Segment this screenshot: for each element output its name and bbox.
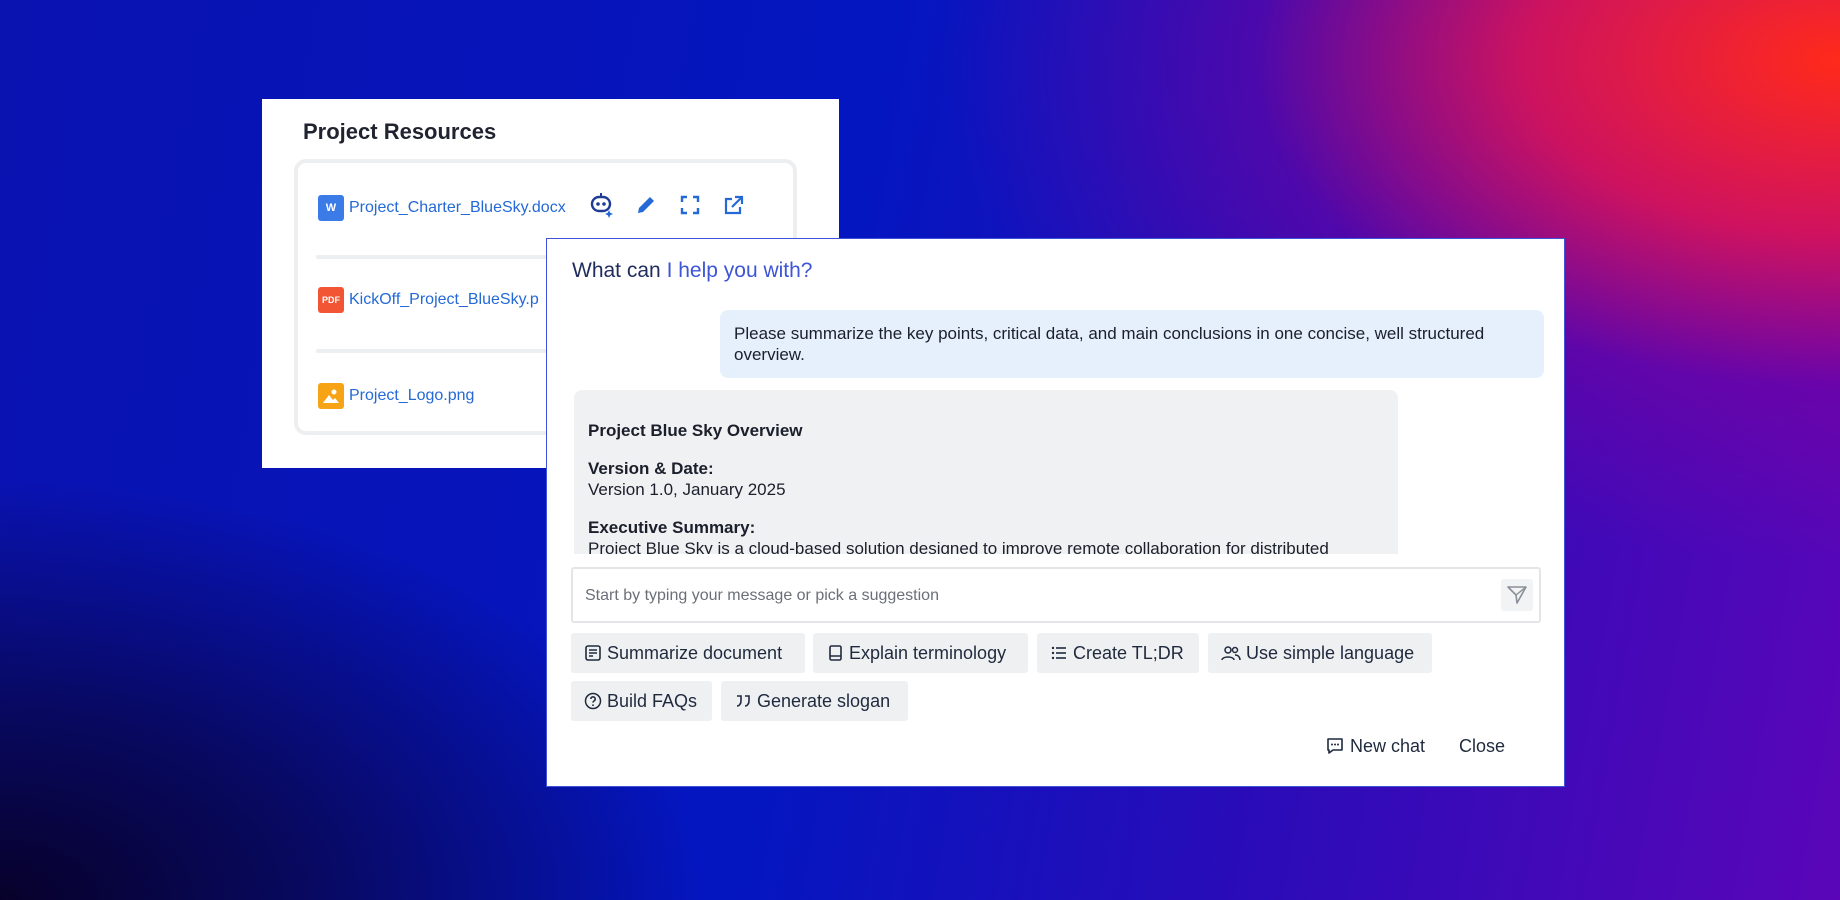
new-chat-label: New chat: [1350, 735, 1426, 756]
response-heading: Project Blue Sky Overview: [588, 421, 803, 440]
file-row-logo[interactable]: Project_Logo.png: [318, 381, 474, 411]
send-icon: [1507, 586, 1527, 604]
quote-icon: [736, 695, 750, 707]
list-icon: [1051, 646, 1066, 660]
message-input-box: [571, 567, 1541, 623]
ai-chat-dialog: What can I help you with? Please summari…: [546, 238, 1565, 787]
word-file-icon: W: [318, 195, 344, 221]
chat-bubble-icon: [1327, 738, 1343, 754]
suggestion-create-tldr[interactable]: Create TL;DR: [1037, 633, 1199, 673]
document-icon: [585, 645, 601, 661]
book-icon: [829, 645, 842, 661]
chat-title-accent: I help you with?: [666, 259, 813, 282]
summary-label: Executive Summary:: [588, 518, 756, 537]
pdf-file-icon: PDF: [318, 287, 344, 313]
new-chat-button[interactable]: New chat: [1325, 729, 1425, 763]
resources-title: Project Resources: [303, 119, 497, 144]
send-button[interactable]: [1501, 579, 1533, 611]
file-actions: [588, 191, 748, 219]
file-row-kickoff[interactable]: PDF KickOff_Project_BlueSky.p: [318, 285, 539, 315]
file-row-charter[interactable]: W Project_Charter_BlueSky.docx: [318, 193, 566, 223]
user-message-bubble: Please summarize the key points, critica…: [720, 310, 1544, 378]
ai-assist-icon[interactable]: [588, 191, 616, 219]
edit-icon[interactable]: [632, 191, 660, 219]
suggestion-label: Create TL;DR: [1073, 642, 1184, 663]
chat-title-prefix: What can: [572, 259, 661, 282]
suggestion-label: Explain terminology: [849, 642, 1007, 663]
summary-text: Project Blue Sky is a cloud-based soluti…: [588, 539, 1329, 554]
version-value: Version 1.0, January 2025: [588, 480, 786, 499]
assistant-response-scroll[interactable]: Project Blue Sky Overview Version & Date…: [574, 390, 1398, 554]
question-icon: [584, 692, 602, 710]
suggestion-build-faqs[interactable]: Build FAQs: [571, 681, 712, 721]
suggestion-generate-slogan[interactable]: Generate slogan: [721, 681, 908, 721]
expand-icon[interactable]: [676, 191, 704, 219]
close-label: Close: [1459, 735, 1506, 756]
file-name-link[interactable]: Project_Logo.png: [349, 387, 474, 405]
chat-title: What can I help you with?: [572, 259, 813, 283]
message-input[interactable]: [583, 569, 1487, 623]
suggestion-label: Summarize document: [607, 642, 783, 663]
close-button[interactable]: Close: [1459, 729, 1505, 763]
version-label: Version & Date:: [588, 459, 714, 478]
image-file-icon: [318, 383, 344, 409]
suggestion-explain-terminology[interactable]: Explain terminology: [813, 633, 1028, 673]
file-name-link[interactable]: Project_Charter_BlueSky.docx: [349, 199, 566, 217]
people-icon: [1221, 646, 1241, 661]
file-name-link[interactable]: KickOff_Project_BlueSky.p: [349, 291, 539, 309]
suggestion-label: Use simple language: [1246, 642, 1415, 663]
suggestion-label: Build FAQs: [607, 690, 698, 711]
suggestion-label: Generate slogan: [757, 690, 891, 711]
open-external-icon[interactable]: [720, 191, 748, 219]
suggestion-use-simple-language[interactable]: Use simple language: [1208, 633, 1432, 673]
assistant-message-bubble: Project Blue Sky Overview Version & Date…: [574, 390, 1398, 554]
suggestion-summarize-document[interactable]: Summarize document: [571, 633, 805, 673]
